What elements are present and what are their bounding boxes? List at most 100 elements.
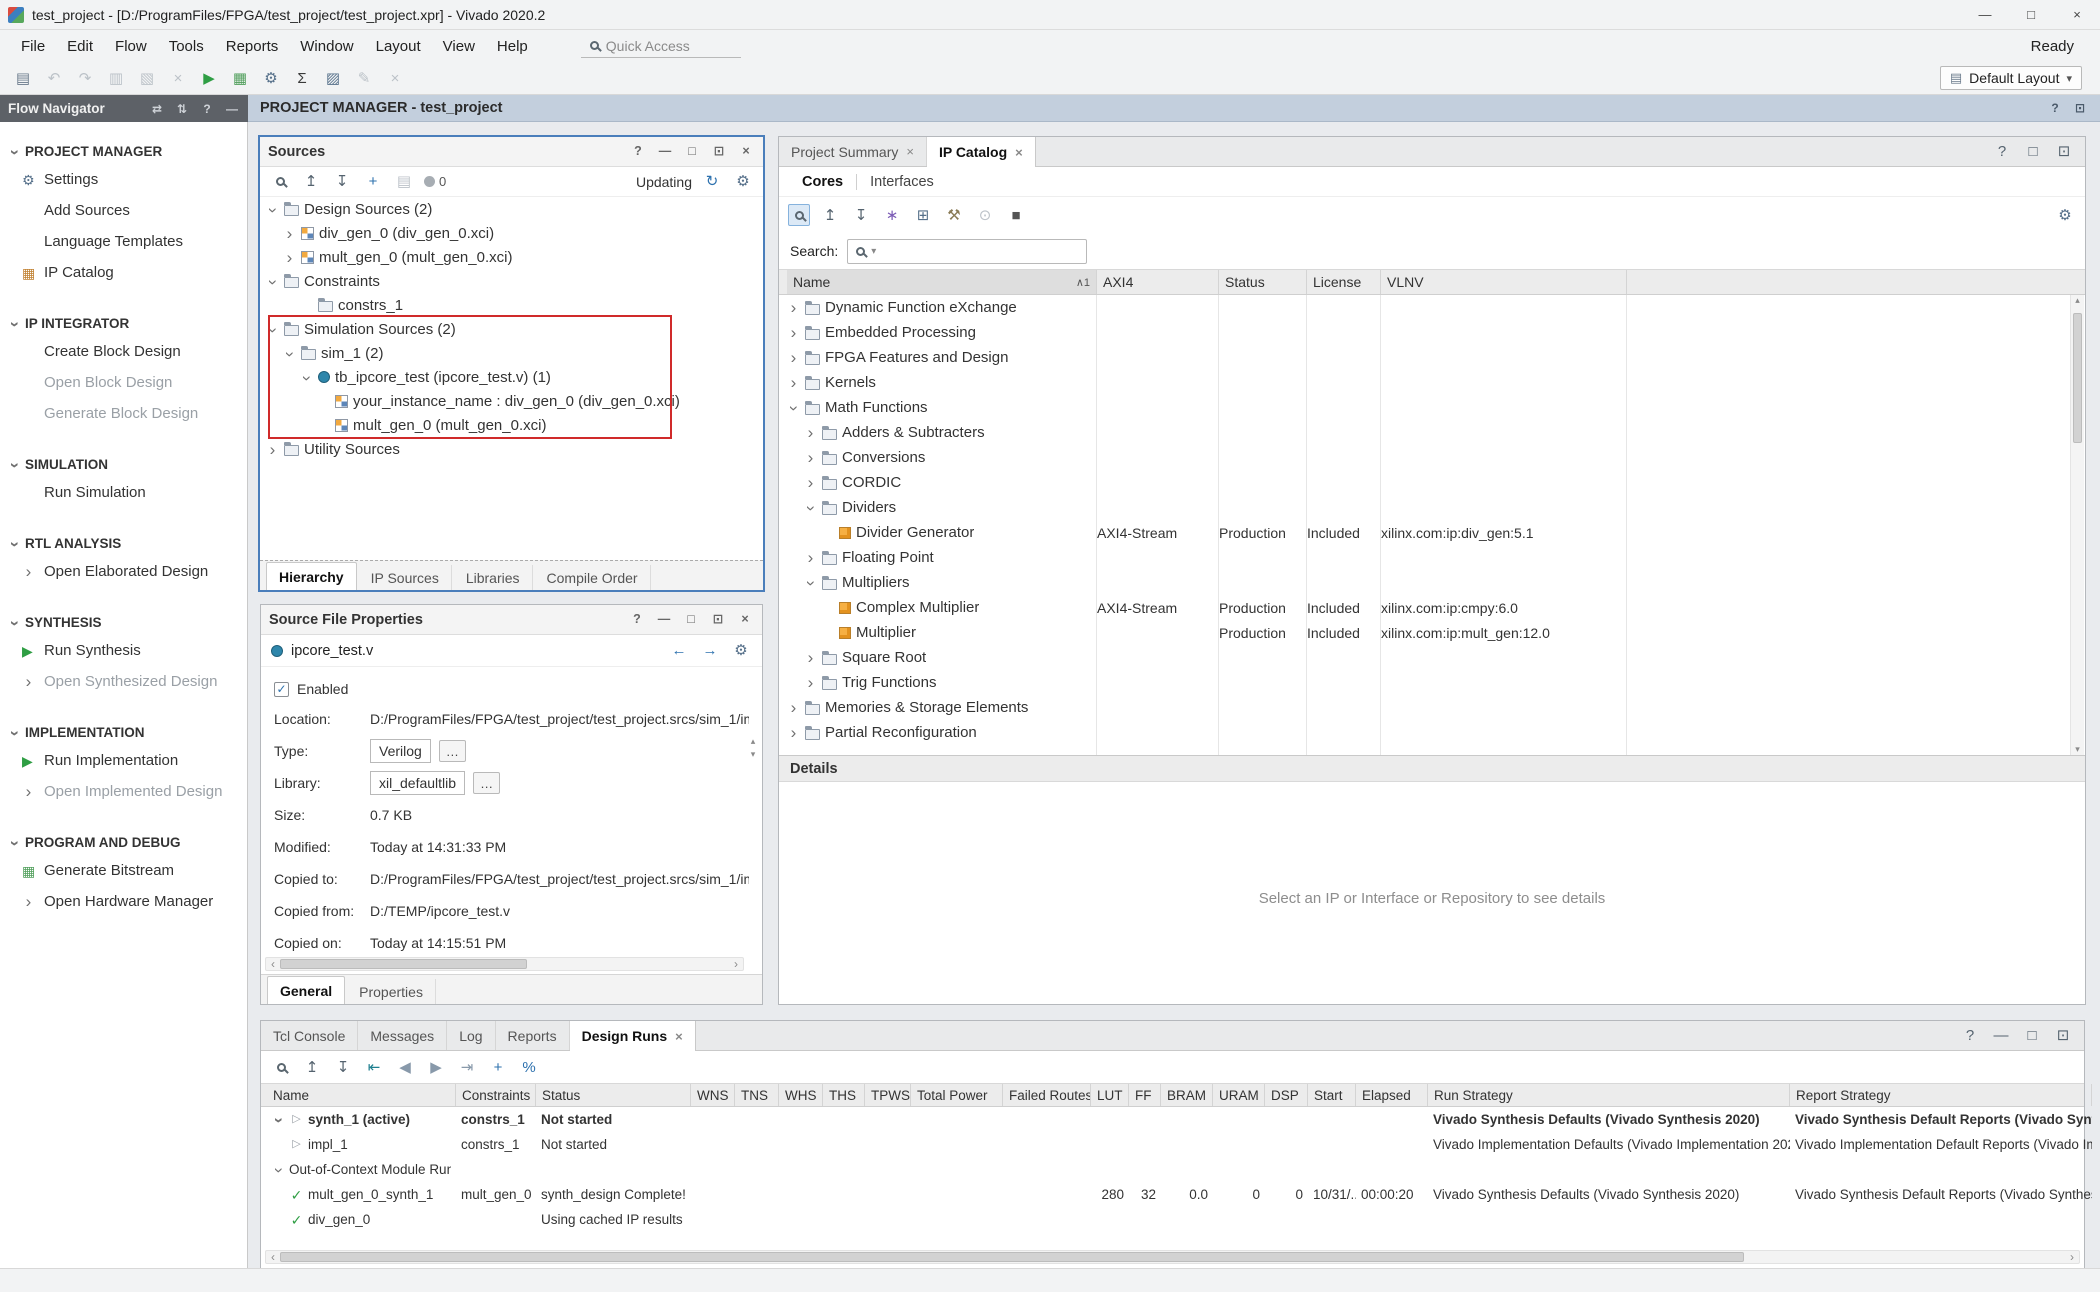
chevron-collapsed-icon[interactable]: › [787,349,800,366]
customize-wrench-icon[interactable]: ⚒ [943,204,965,226]
help-icon[interactable]: ? [1959,1025,1981,1047]
catalog-row[interactable]: ›Math Functions [779,395,2085,420]
column-header-ff[interactable]: FF [1129,1084,1161,1106]
float-icon[interactable]: ⊡ [2053,141,2075,163]
flownav-item-open-elaborated-design[interactable]: ›Open Elaborated Design [0,556,247,587]
report-sigma-icon[interactable]: Σ [291,67,313,89]
step-forward-icon[interactable]: ⇥ [456,1056,478,1078]
percent-icon[interactable]: % [518,1056,540,1078]
step-back-icon[interactable]: ◀ [394,1056,416,1078]
help-icon[interactable]: ? [629,143,647,161]
help-icon[interactable]: ? [199,101,215,117]
column-header-vlnv[interactable]: VLNV [1381,270,1627,294]
tab-ip-sources[interactable]: IP Sources [359,565,452,590]
flownav-item-ip-catalog[interactable]: ▦IP Catalog [0,257,247,288]
tab-messages[interactable]: Messages [358,1021,447,1050]
add-sources-icon[interactable]: + [362,171,384,193]
tab-project-summary[interactable]: Project Summary× [779,137,927,166]
minimize-icon[interactable]: — [655,611,673,629]
chevron-expanded-icon[interactable]: › [265,203,282,216]
scroll-right-icon[interactable] [729,957,743,971]
help-icon[interactable]: ? [2047,100,2063,116]
float-icon[interactable]: ⊡ [2072,100,2088,116]
chevron-collapsed-icon[interactable]: › [787,724,800,741]
chevron-expanded-icon[interactable]: › [803,577,820,590]
flownav-item-generate-bitstream[interactable]: ▦Generate Bitstream [0,855,247,886]
menu-layout[interactable]: Layout [365,33,432,60]
flownav-section-implementation[interactable]: ›IMPLEMENTATION [0,719,247,745]
forward-icon[interactable]: → [699,640,721,662]
column-header-bram[interactable]: BRAM [1161,1084,1213,1106]
catalog-vscrollbar[interactable] [2070,295,2084,755]
scroll-right-icon[interactable] [2065,1250,2079,1264]
column-header-tpws[interactable]: TPWS [865,1084,911,1106]
chevron-expanded-icon[interactable]: › [803,502,820,515]
help-icon[interactable]: ? [1991,141,2013,163]
column-header-run-strategy[interactable]: Run Strategy [1428,1084,1790,1106]
float-icon[interactable]: ⊡ [710,143,728,161]
chevron-collapsed-icon[interactable]: › [804,449,817,466]
catalog-row[interactable]: ›Embedded Processing [779,320,2085,345]
chevron-collapsed-icon[interactable]: › [787,324,800,341]
filter-icon[interactable]: ∗ [881,204,903,226]
create-runs-icon[interactable]: + [487,1056,509,1078]
scrollbar-track[interactable] [280,1252,2065,1262]
catalog-row[interactable]: ›Floating Point [779,545,2085,570]
back-icon[interactable]: ← [668,640,690,662]
collapse-all-icon[interactable]: ↥ [819,204,841,226]
ellipsis-button[interactable]: … [473,772,500,794]
catalog-row[interactable]: ›Trig Functions [779,670,2085,695]
maximize-icon[interactable]: □ [683,143,701,161]
catalog-row[interactable]: ›Kernels [779,370,2085,395]
flownav-item-open-block-design[interactable]: Open Block Design [0,367,247,398]
tree-row[interactable]: ›mult_gen_0 (mult_gen_0.xci) [260,245,763,269]
ip-search-input[interactable] [847,239,1087,264]
runs-hscrollbar[interactable] [265,1250,2080,1264]
chevron-expanded-icon[interactable]: › [787,402,803,415]
catalog-row[interactable]: ›FPGA Features and Design [779,345,2085,370]
column-header-constraints[interactable]: Constraints [456,1084,536,1106]
column-header-total-power[interactable]: Total Power [911,1084,1003,1106]
chevron-expanded-icon[interactable]: › [299,371,316,384]
chevron-expanded-icon[interactable]: › [271,1164,288,1177]
tab-design-runs[interactable]: Design Runs× [570,1021,696,1051]
tab-cores[interactable]: Cores [789,174,856,190]
run-row[interactable]: ›✓div_gen_0Using cached IP results [261,1207,2084,1232]
search-icon[interactable] [270,1056,292,1078]
tree-row[interactable]: ›mult_gen_0 (mult_gen_0.xci) [260,413,763,437]
tab-reports[interactable]: Reports [496,1021,570,1050]
layout-selector[interactable]: Default Layout [1940,66,2082,90]
float-icon[interactable]: ⊡ [709,611,727,629]
column-header-whs[interactable]: WHS [779,1084,823,1106]
maximize-icon[interactable]: □ [682,611,700,629]
flownav-section-synthesis[interactable]: ›SYNTHESIS [0,609,247,635]
tab-ip-catalog[interactable]: IP Catalog× [927,137,1036,167]
catalog-row[interactable]: ›Square Root [779,645,2085,670]
column-header-dsp[interactable]: DSP [1265,1084,1308,1106]
column-header-license[interactable]: License [1307,270,1381,294]
column-header-axi4[interactable]: AXI4 [1097,270,1219,294]
catalog-row[interactable]: ›CORDIC [779,470,2085,495]
maximize-icon[interactable]: □ [2021,1025,2043,1047]
tree-row[interactable]: ›Constraints [260,269,763,293]
minimize-icon[interactable]: — [656,143,674,161]
scrollbar-thumb[interactable] [280,1252,1744,1262]
minimize-icon[interactable]: — [224,101,240,117]
flownav-item-open-hardware-manager[interactable]: ›Open Hardware Manager [0,886,247,917]
collapse-icon[interactable]: ⇅ [174,101,190,117]
tree-row[interactable]: ›your_instance_name : div_gen_0 (div_gen… [260,389,763,413]
tab-properties[interactable]: Properties [347,979,436,1004]
tree-row[interactable]: ›div_gen_0 (div_gen_0.xci) [260,221,763,245]
flownav-item-generate-block-design[interactable]: Generate Block Design [0,398,247,429]
catalog-row[interactable]: ›Partial Reconfiguration [779,720,2085,745]
open-project-icon[interactable]: ▤ [12,67,34,89]
tab-libraries[interactable]: Libraries [454,565,533,590]
run-row[interactable]: ›▷impl_1constrs_1Not startedVivado Imple… [261,1132,2084,1157]
column-header-status[interactable]: Status [536,1084,691,1106]
catalog-row[interactable]: ›MultiplierProductionIncludedxilinx.com:… [779,620,2085,645]
flownav-section-ip-integrator[interactable]: ›IP INTEGRATOR [0,310,247,336]
column-header-elapsed[interactable]: Elapsed [1356,1084,1428,1106]
tree-row[interactable]: ›Design Sources (2) [260,197,763,221]
chevron-expanded-icon[interactable]: › [265,275,282,288]
flownav-section-project-manager[interactable]: ›PROJECT MANAGER [0,138,247,164]
